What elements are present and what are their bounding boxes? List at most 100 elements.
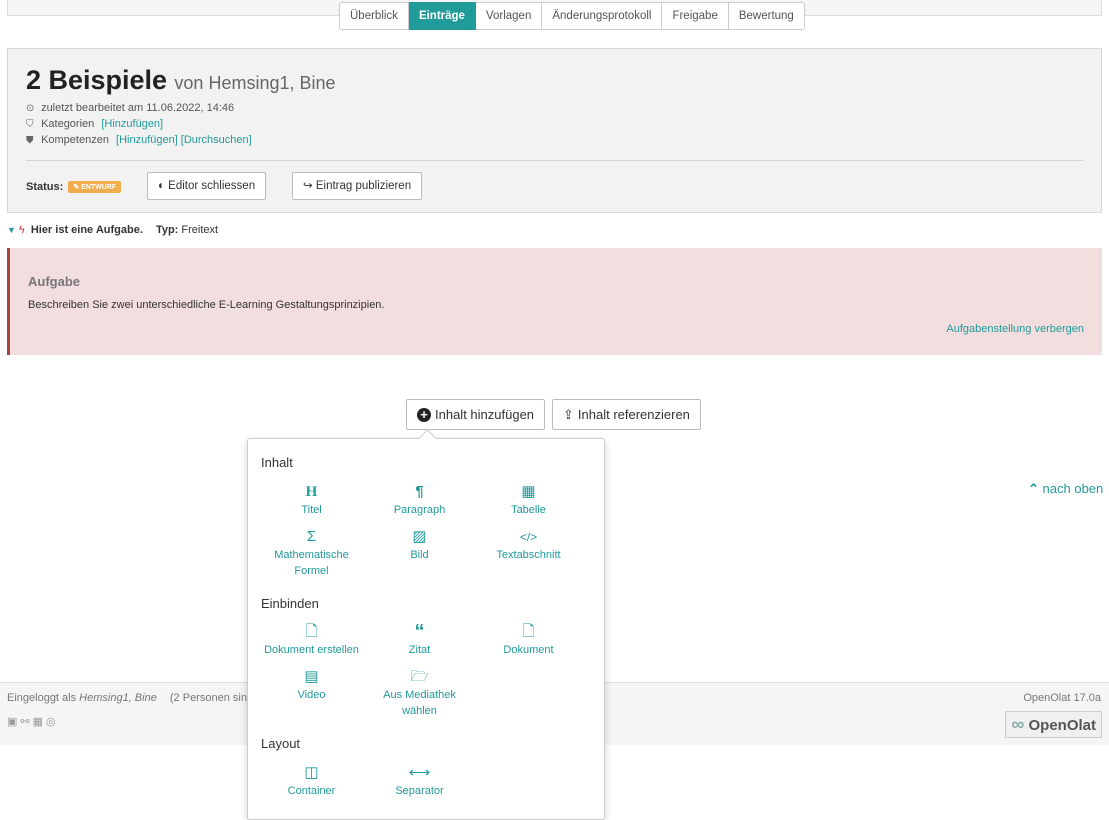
arrows-h-icon: ⟷ <box>408 764 431 781</box>
add-content-button[interactable]: + Inhalt hinzufügen <box>406 399 546 430</box>
task-type-label: Typ: <box>155 224 179 236</box>
editor-close-button[interactable]: ◐ Editor schliessen <box>147 172 267 200</box>
back-to-top-link[interactable]: ⌃ nach oben <box>1028 481 1103 497</box>
item-label: Tabelle <box>511 504 546 516</box>
image-icon[interactable]: ▣ <box>7 716 20 728</box>
item-label: Dokument <box>503 644 554 656</box>
item-label: Container <box>287 785 336 797</box>
insert-from-media-center[interactable]: 🗁 Aus Mediathek wählen <box>365 667 474 719</box>
insert-container[interactable]: ◫ Container <box>257 763 366 799</box>
item-label: Aus Mediathek wählen <box>383 689 456 717</box>
status-row: Status: ✎ ENTWURF <box>26 181 122 193</box>
insert-document[interactable]: 🗋 Dokument <box>474 622 583 658</box>
popover-arrow <box>418 429 437 448</box>
categories-add-link[interactable]: [Hinzufügen] <box>101 118 163 130</box>
task-description: Beschreiben Sie zwei unterschiedliche E-… <box>28 299 385 311</box>
status-label: Status: <box>26 181 64 193</box>
status-badge-text: ENTWURF <box>81 184 117 191</box>
heading-icon: H <box>305 484 318 500</box>
item-label: Separator <box>395 785 444 797</box>
infinity-icon: ∞ <box>1011 714 1025 734</box>
task-type-value: Freitext <box>181 224 219 236</box>
competences-add-link[interactable]: [Hinzufügen] <box>116 134 178 146</box>
login-prefix: Eingeloggt als <box>7 692 77 704</box>
task-heading: Hier ist eine Aufgabe. <box>30 224 143 236</box>
sigma-icon: Σ <box>306 528 317 545</box>
reference-content-label: Inhalt referenzieren <box>577 407 690 422</box>
insert-paragraph[interactable]: ¶ Paragraph <box>365 482 474 518</box>
bolt-icon: ϟ <box>18 224 25 236</box>
insert-create-document[interactable]: 🗋 Dokument erstellen <box>257 622 366 658</box>
insert-text-section[interactable]: </> Textabschnitt <box>474 527 583 563</box>
tab-bewertung[interactable]: Bewertung <box>728 2 805 30</box>
section-layout: Layout <box>261 736 301 751</box>
item-label: Bild <box>410 549 429 561</box>
tab-ueberblick[interactable]: Überblick <box>339 2 409 30</box>
quote-icon: “ <box>414 621 425 643</box>
login-user: Hemsing1, Bine <box>79 692 157 704</box>
table-icon: ▦ <box>521 483 536 500</box>
insert-quote[interactable]: “ Zitat <box>365 622 474 658</box>
editor-close-label: Editor schliessen <box>168 180 256 192</box>
competences-label: Kompetenzen <box>41 134 109 146</box>
item-label: Zitat <box>408 644 431 656</box>
item-label: Mathematische Formel <box>274 549 349 577</box>
chevron-up-icon: ⌃ <box>1028 481 1039 496</box>
insert-image[interactable]: ▨ Bild <box>365 527 474 563</box>
competences-search-link[interactable]: [Durchsuchen] <box>181 134 252 146</box>
target-icon[interactable]: ◎ <box>46 716 59 728</box>
tab-freigabe[interactable]: Freigabe <box>662 2 729 30</box>
item-label: Dokument erstellen <box>264 644 359 656</box>
item-label: Textabschnitt <box>496 549 561 561</box>
image-icon: ▨ <box>412 528 427 545</box>
tab-aenderungsprotokoll[interactable]: Änderungsprotokoll <box>542 2 663 30</box>
upload-icon: ⇪ <box>563 407 574 422</box>
clock-icon: ⊙ <box>26 103 35 114</box>
item-label: Paragraph <box>393 504 446 516</box>
insert-separator[interactable]: ⟷ Separator <box>365 763 474 799</box>
paragraph-icon: ¶ <box>415 483 424 500</box>
toggle-icon: ◐ <box>158 180 165 192</box>
tab-eintraege[interactable]: Einträge <box>408 2 476 30</box>
code-icon: </> <box>519 530 538 544</box>
caret-down-icon[interactable]: ▼ <box>7 225 16 235</box>
version: OpenOlat 17.0a <box>1023 692 1101 704</box>
folder-open-icon: 🗁 <box>410 668 429 685</box>
openolat-logo[interactable]: ∞ OpenOlat <box>1005 711 1102 738</box>
online-users[interactable]: (2 Personen sind <box>170 692 253 704</box>
task-box-title: Aufgabe <box>28 274 80 289</box>
back-to-top-label: nach oben <box>1042 481 1104 496</box>
categories-row: ⛉ Kategorien [Hinzufügen] <box>26 118 163 130</box>
status-badge: ✎ ENTWURF <box>68 181 122 193</box>
link-icon[interactable]: ⚯ <box>20 716 32 728</box>
competences-row: ⛊ Kompetenzen [Hinzufügen] [Durchsuchen] <box>26 134 252 146</box>
film-icon: ▤ <box>304 668 319 685</box>
insert-video[interactable]: ▤ Video <box>257 667 366 703</box>
hide-task-link[interactable]: Aufgabenstellung verbergen <box>946 323 1084 335</box>
last-edited-text: zuletzt bearbeitet am 11.06.2022, 14:46 <box>41 102 235 114</box>
plus-circle-icon: + <box>417 408 431 422</box>
publish-button[interactable]: ↪ Eintrag publizieren <box>292 172 423 200</box>
task-heading-row[interactable]: ▼ ϟ Hier ist eine Aufgabe. Typ: Freitext <box>7 224 218 236</box>
categories-label: Kategorien <box>41 118 95 130</box>
entry-author: von Hemsing1, Bine <box>174 73 336 93</box>
item-label: Titel <box>301 504 322 516</box>
file-icon: 🗋 <box>305 623 318 640</box>
columns-icon: ◫ <box>304 764 319 781</box>
file-icon: 🗋 <box>522 623 535 640</box>
insert-table[interactable]: ▦ Tabelle <box>474 482 583 518</box>
task-box: Aufgabe Beschreiben Sie zwei unterschied… <box>7 248 1102 355</box>
tab-vorlagen[interactable]: Vorlagen <box>475 2 543 30</box>
tab-bar: Überblick Einträge Vorlagen Änderungspro… <box>339 2 805 30</box>
publish-label: Eintrag publizieren <box>315 180 412 192</box>
section-einbinden: Einbinden <box>261 596 319 611</box>
entry-header: 2 Beispiele von Hemsing1, Bine ⊙ zuletzt… <box>7 48 1102 213</box>
qrcode-icon[interactable]: ▦ <box>33 716 46 728</box>
add-content-popover: Inhalt H Titel ¶ Paragraph ▦ Tabelle Σ M… <box>247 429 605 820</box>
reference-content-button[interactable]: ⇪ Inhalt referenzieren <box>552 399 701 430</box>
section-inhalt: Inhalt <box>261 455 293 470</box>
insert-title[interactable]: H Titel <box>257 482 366 518</box>
add-content-label: Inhalt hinzufügen <box>435 407 535 422</box>
insert-math-formula[interactable]: Σ Mathematische Formel <box>257 527 366 579</box>
share-icon: ↪ <box>303 180 313 192</box>
